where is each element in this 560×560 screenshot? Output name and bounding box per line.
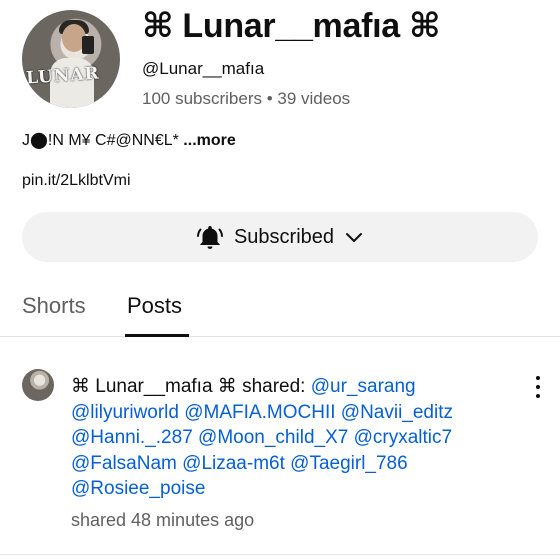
- mention-link[interactable]: @ur_sarang: [311, 376, 416, 397]
- mention-link[interactable]: @Moon_child_X7: [198, 427, 348, 448]
- post-author-avatar[interactable]: [22, 369, 54, 401]
- kebab-dot: [536, 385, 540, 389]
- chevron-down-icon: [346, 233, 363, 242]
- selected-tab-indicator: [125, 334, 189, 337]
- mention-link[interactable]: @Hanni._.287: [71, 427, 193, 448]
- mention-link[interactable]: @Taegirl_786: [290, 453, 408, 474]
- avatar-figure-phone: [82, 36, 94, 54]
- channel-meta: 100 subscribers • 39 videos: [142, 89, 351, 108]
- channel-description-text: J⬤!N M¥ C#@NN€L*: [22, 132, 179, 149]
- post-text: ⌘ Lunar__mafıa ⌘ shared: @ur_sarang @lil…: [71, 374, 521, 502]
- subscribed-label: Subscribed: [233, 225, 335, 248]
- post-author-prefix: ⌘ Lunar__mafıa ⌘ shared:: [71, 376, 311, 397]
- divider: [0, 554, 560, 555]
- more-vertical-icon[interactable]: [528, 374, 548, 400]
- more-link[interactable]: ...more: [179, 132, 235, 149]
- kebab-dot: [536, 394, 540, 398]
- mention-link[interactable]: @Rosiee_poise: [71, 478, 205, 499]
- post-timestamp: shared 48 minutes ago: [71, 510, 255, 530]
- tab-posts[interactable]: Posts: [127, 293, 182, 319]
- mention-link[interactable]: @FalsaNam: [71, 453, 177, 474]
- channel-tabs: Shorts Posts: [0, 283, 560, 337]
- kebab-dot: [536, 376, 540, 380]
- channel-name: ⌘ Lunar__mafıa ⌘: [142, 7, 441, 45]
- channel-avatar[interactable]: LUNAR: [22, 10, 120, 108]
- mention-link[interactable]: @cryxaltic7: [354, 427, 452, 448]
- mention-link[interactable]: @Lizaa-m6t: [182, 453, 285, 474]
- tab-shorts[interactable]: Shorts: [22, 293, 86, 319]
- mention-link[interactable]: @Navii_editz: [341, 402, 453, 423]
- channel-link[interactable]: pin.it/2LklbtVmi: [22, 172, 131, 190]
- subscribed-button[interactable]: Subscribed: [22, 212, 538, 262]
- mention-link[interactable]: @lilyuriworld: [71, 402, 179, 423]
- channel-description[interactable]: J⬤!N M¥ C#@NN€L* ...more: [22, 130, 236, 150]
- mention-link[interactable]: @MAFIA.MOCHII: [184, 402, 335, 423]
- channel-handle: @Lunar__mafıa: [142, 59, 265, 78]
- bell-ringing-icon: [196, 226, 223, 249]
